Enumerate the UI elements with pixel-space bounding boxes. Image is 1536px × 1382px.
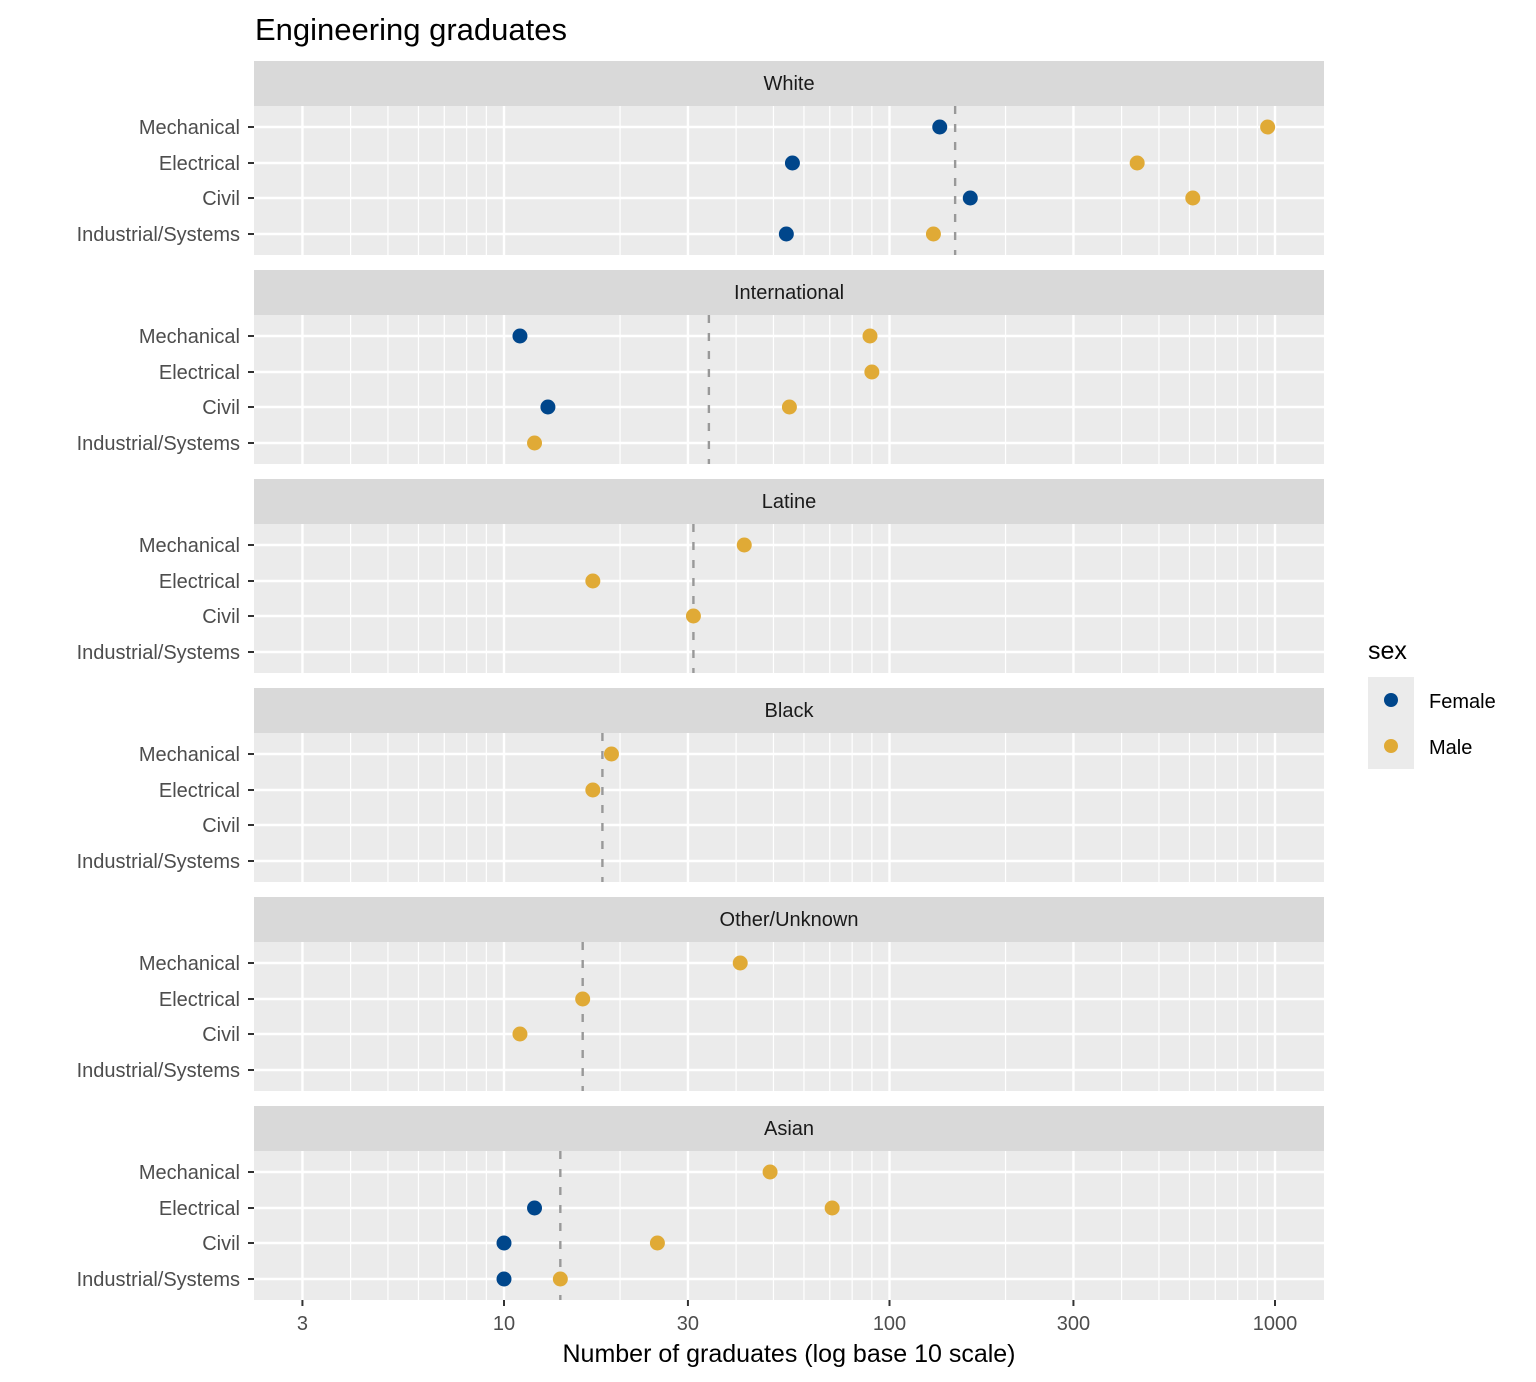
y-tick-label: Industrial/Systems [77,1269,240,1291]
x-tick-label: 100 [873,1313,906,1335]
data-point-male [575,991,591,1007]
chart-title: Engineering graduates [255,12,567,47]
panel-background [254,733,1324,882]
data-point-female [527,1200,543,1216]
facet-other-unknown: Other/Unknown Mechanical Electrical Civil In… [77,897,1324,1091]
facet-strip-label: Black [765,700,815,722]
data-point-male [1185,190,1201,206]
data-point-male [585,573,601,589]
data-point-female [784,155,800,171]
facet-strip-label: Other/Unknown [720,909,859,931]
y-tick-label: Civil [202,815,240,837]
legend-key-male [1384,739,1398,753]
data-point-male [762,1164,778,1180]
x-tick-label: 1000 [1253,1313,1298,1335]
data-point-male [781,399,797,415]
legend-label-female: Female [1429,691,1496,713]
data-point-female [932,119,948,135]
y-tick-label: Electrical [159,989,240,1011]
facet-panels: White Mechanical Electrical Civil Industrial… [77,61,1324,1300]
y-tick-label: Industrial/Systems [77,1060,240,1082]
data-point-male [736,537,752,553]
facet-strip-label: Asian [764,1118,814,1140]
y-tick-label: Mechanical [139,535,240,557]
facet-strip-label: International [734,282,844,304]
data-point-male [862,328,878,344]
data-point-male [1260,119,1276,135]
data-point-male [925,226,941,242]
y-tick-label: Electrical [159,1198,240,1220]
y-tick-label: Industrial/Systems [77,642,240,664]
data-point-female [496,1235,512,1251]
legend-label-male: Male [1429,737,1472,759]
engineering-graduates-chart: Engineering graduates White Mechanical Ele… [77,12,1496,1368]
facet-strip-label: Latine [762,491,817,513]
facet-international: International Mechanical Electrical Civil In… [77,270,1324,464]
x-tick-label: 300 [1057,1313,1090,1335]
facet-latine: Latine Mechanical Electrical Civil Industria… [77,479,1324,673]
legend-title: sex [1368,637,1407,665]
y-tick-label: Mechanical [139,953,240,975]
y-tick-label: Civil [202,1024,240,1046]
y-tick-label: Civil [202,188,240,210]
x-tick-label: 10 [493,1313,515,1335]
data-point-male [732,955,748,971]
data-point-male [649,1235,665,1251]
data-point-female [496,1271,512,1287]
data-point-male [603,746,619,762]
data-point-female [540,399,556,415]
y-tick-label: Industrial/Systems [77,851,240,873]
y-tick-label: Electrical [159,153,240,175]
panel-background [254,942,1324,1091]
y-tick-label: Civil [202,1233,240,1255]
facet-asian: Asian Mechanical Electrical Civil Industrial… [77,1106,1324,1300]
legend-key-female [1384,693,1398,707]
data-point-male [585,782,601,798]
panel-background [254,524,1324,673]
y-tick-label: Electrical [159,780,240,802]
facet-white: White Mechanical Electrical Civil Industrial… [77,61,1324,255]
panel-background [254,315,1324,464]
panel-background [254,1151,1324,1300]
x-tick-label: 3 [297,1313,308,1335]
data-point-male [864,364,880,380]
data-point-female [778,226,794,242]
x-axis-title: Number of graduates (log base 10 scale) [562,1340,1015,1368]
y-tick-label: Electrical [159,362,240,384]
data-point-female [962,190,978,206]
data-point-male [1129,155,1145,171]
y-tick-label: Civil [202,397,240,419]
data-point-male [552,1271,568,1287]
data-point-female [512,328,528,344]
y-tick-label: Mechanical [139,744,240,766]
data-point-male [824,1200,840,1216]
y-tick-label: Industrial/Systems [77,433,240,455]
facet-strip-label: White [763,73,814,95]
data-point-male [512,1026,528,1042]
y-tick-label: Mechanical [139,1162,240,1184]
data-point-male [527,435,543,451]
x-tick-label: 30 [677,1313,699,1335]
data-point-male [685,608,701,624]
legend: sex Female Male [1368,637,1496,769]
y-tick-label: Electrical [159,571,240,593]
legend-key-background [1368,677,1414,769]
y-tick-label: Civil [202,606,240,628]
y-tick-label: Mechanical [139,117,240,139]
y-tick-label: Mechanical [139,326,240,348]
x-axis: 3 10 30 100 300 1000 [297,1300,1297,1335]
facet-black: Black Mechanical Electrical Civil Industrial… [77,688,1324,882]
y-tick-label: Industrial/Systems [77,224,240,246]
